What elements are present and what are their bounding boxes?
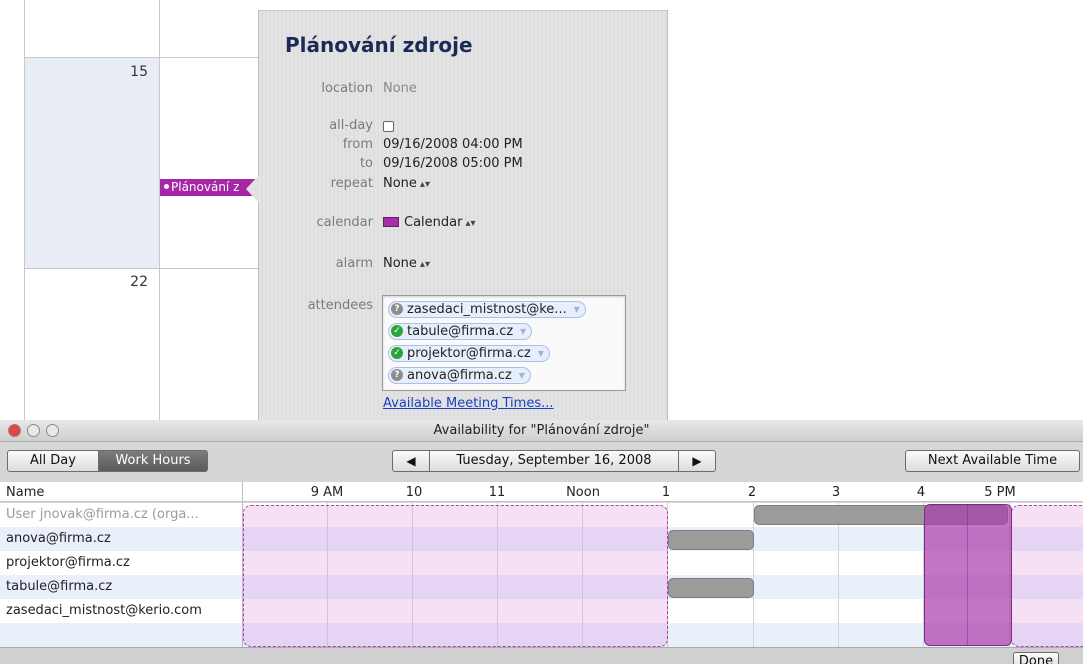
free-time-zone[interactable] [1011,505,1083,647]
status-accepted-icon: ✓ [391,324,403,337]
location-field[interactable]: None [383,81,417,96]
status-unknown-icon: ? [391,368,403,381]
work-hours-toggle[interactable]: Work Hours [98,450,208,472]
calendar-popup[interactable]: Calendar ▴▾ [383,215,476,230]
event-dot-icon [164,184,169,189]
right-triangle-icon: ▶ [692,454,702,468]
schedule-header: Name 9 AM 10 11 Noon 1 2 3 4 5 PM [0,482,1083,502]
alarm-value: None [383,256,417,271]
attendee-name: User jnovak@firma.cz (orga... [6,507,199,522]
window-title: Availability for "Plánování zdroje" [433,423,650,438]
busy-time-block[interactable] [668,578,754,598]
next-available-time-button[interactable]: Next Available Time [905,450,1080,472]
attendee-token[interactable]: ✓ tabule@firma.cz ▼ [388,323,533,340]
grid-line [24,268,264,269]
event-info-popover: Plánování zdroje location None all-day f… [246,10,668,420]
hour-label: 2 [747,485,757,500]
from-label: from [342,137,373,152]
hour-label: 1 [661,485,671,500]
day-number[interactable]: 22 [108,274,148,290]
chevron-down-icon[interactable]: ▼ [574,302,580,317]
updown-arrows-icon: ▴▾ [465,218,476,229]
attendee-email: anova@firma.cz [407,368,512,383]
window-footer: Done [0,647,1083,664]
calendar-event[interactable]: Plánování z [160,179,260,196]
calendar-value: Calendar [404,215,463,230]
week-highlight [25,57,159,268]
attendee-name: tabule@firma.cz [6,579,113,594]
allday-label: all-day [329,118,373,133]
updown-arrows-icon: ▴▾ [419,259,430,270]
to-label: to [359,156,373,171]
calendar-label: calendar [316,215,373,230]
attendee-email: tabule@firma.cz [407,324,514,339]
proposed-meeting-block[interactable] [924,504,1012,646]
name-column-header[interactable]: Name [6,485,44,500]
next-day-button[interactable]: ▶ [678,450,716,472]
attendee-token[interactable]: ? zasedaci_mistnost@ke... ▼ [388,301,586,318]
alarm-label: alarm [335,256,373,271]
attendee-name: zasedaci_mistnost@kerio.com [6,603,202,618]
updown-arrows-icon: ▴▾ [419,179,430,190]
attendees-field[interactable]: ? zasedaci_mistnost@ke... ▼ ✓ tabule@firma.… [382,295,626,391]
day-number[interactable]: 15 [108,64,148,80]
alarm-popup[interactable]: None ▴▾ [383,256,430,271]
availability-window: Availability for "Plánování zdroje" All … [0,420,1083,664]
from-datetime-field[interactable]: 09/16/2008 04:00 PM [383,137,523,152]
event-title-heading[interactable]: Plánování zdroje [285,33,473,57]
chevron-down-icon[interactable]: ▼ [519,368,525,383]
hour-label: Noon [566,485,600,500]
screen: 15 22 Plánování z Plánování zdroje locat… [0,0,1083,664]
repeat-popup[interactable]: None ▴▾ [383,176,430,191]
busy-time-block[interactable] [668,530,754,550]
attendee-name: anova@firma.cz [6,531,111,546]
meeting-divider [967,504,968,646]
repeat-value: None [383,176,417,191]
all-day-toggle[interactable]: All Day [7,450,99,472]
done-button[interactable]: Done [1013,652,1059,664]
attendee-email: projektor@firma.cz [407,346,531,361]
chevron-down-icon[interactable]: ▼ [538,346,544,361]
hour-label: 5 PM [984,485,1016,500]
repeat-label: repeat [330,176,373,191]
free-time-zone[interactable] [243,505,668,647]
attendee-token[interactable]: ✓ projektor@firma.cz ▼ [388,345,550,362]
hour-label: 11 [488,485,506,500]
to-datetime-field[interactable]: 09/16/2008 05:00 PM [383,156,523,171]
previous-day-button[interactable]: ◀ [392,450,430,472]
date-display[interactable]: Tuesday, September 16, 2008 [429,450,679,472]
location-label: location [321,81,373,96]
hour-label: 10 [405,485,423,500]
grid-line [159,0,160,420]
allday-checkbox[interactable] [383,121,394,132]
event-title: Plánování z [171,180,240,194]
toolbar: All Day Work Hours ◀ Tuesday, September … [0,442,1083,478]
popover-arrow [246,175,259,203]
hour-label: 4 [916,485,926,500]
attendee-token[interactable]: ? anova@firma.cz ▼ [388,367,531,384]
hour-label: 9 AM [310,485,344,500]
status-accepted-icon: ✓ [391,346,403,359]
left-triangle-icon: ◀ [406,454,416,468]
window-titlebar[interactable]: Availability for "Plánování zdroje" [0,420,1083,442]
hour-gridline [753,503,754,647]
calendar-color-swatch [383,216,399,227]
chevron-down-icon[interactable]: ▼ [520,324,526,339]
hour-label: 3 [831,485,841,500]
available-meeting-times-link[interactable]: Available Meeting Times... [383,396,554,411]
attendees-label: attendees [307,298,373,313]
attendee-name: projektor@firma.cz [6,555,130,570]
attendee-email: zasedaci_mistnost@ke... [407,302,567,317]
status-unknown-icon: ? [391,302,403,315]
grid-line [24,57,264,58]
grid-line [24,0,25,420]
